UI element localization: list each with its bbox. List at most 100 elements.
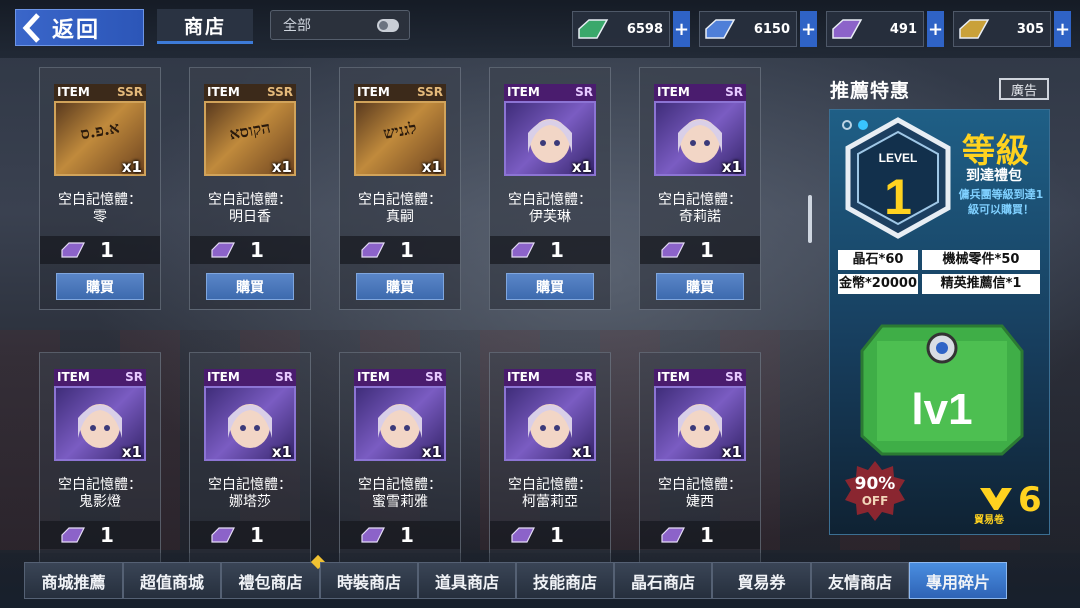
item-name: 空白記憶體：零 bbox=[40, 192, 160, 226]
bottom-tab[interactable]: 友情商店 bbox=[811, 562, 909, 599]
item-card[interactable]: ITEM SSR א.פ.ס x1 空白記憶體：零 1 購買 bbox=[39, 67, 161, 310]
item-quantity: x1 bbox=[721, 443, 742, 461]
bottom-tab[interactable]: 專用碎片 bbox=[909, 562, 1007, 599]
currency-value: 6598 bbox=[626, 21, 663, 37]
item-art: ITEM SR x1 bbox=[504, 369, 596, 461]
item-art: ITEM SR x1 bbox=[504, 84, 596, 176]
bottom-tab-label: 禮包商店 bbox=[238, 572, 303, 592]
carousel-dots[interactable] bbox=[842, 120, 868, 130]
buy-button[interactable]: 購買 bbox=[506, 273, 594, 300]
bottom-tab-label: 友情商店 bbox=[827, 572, 892, 592]
item-quantity: x1 bbox=[421, 443, 442, 461]
bottom-tab[interactable]: 道具商店 bbox=[418, 562, 516, 599]
item-name-line2: 鬼影燈 bbox=[79, 494, 121, 510]
item-rarity: SR bbox=[425, 370, 443, 384]
item-glyph: לגניש bbox=[381, 118, 419, 143]
item-rarity: SR bbox=[275, 370, 293, 384]
item-art: ITEM SR x1 bbox=[654, 369, 746, 461]
item-price-bar: 1 bbox=[40, 521, 160, 549]
item-price: 1 bbox=[550, 523, 564, 547]
item-quantity: x1 bbox=[571, 443, 592, 461]
bottom-tab-label: 晶石商店 bbox=[630, 572, 695, 592]
currency-value: 305 bbox=[1016, 21, 1044, 37]
bottom-tab[interactable]: 超值商城 bbox=[123, 562, 221, 599]
item-name-line2: 娜塔莎 bbox=[229, 494, 271, 510]
item-price-bar: 1 bbox=[40, 236, 160, 264]
item-name-line1: 空白記憶體： bbox=[358, 477, 442, 493]
bottom-tab[interactable]: 技能商店 bbox=[516, 562, 614, 599]
purple-gem-icon bbox=[61, 527, 85, 543]
item-art: ITEM SSR א.פ.ס x1 bbox=[54, 84, 146, 176]
svg-text:LEVEL: LEVEL bbox=[879, 151, 918, 165]
gold-gem-icon bbox=[959, 19, 990, 39]
item-card[interactable]: ITEM SSR לגניש x1 空白記憶體： 真嗣 1 購買 bbox=[339, 67, 461, 310]
item-type: ITEM bbox=[357, 85, 390, 99]
buy-button[interactable]: 購買 bbox=[56, 273, 144, 300]
tab-shop[interactable]: 商店 bbox=[157, 9, 253, 44]
currency-1: 6150 + bbox=[699, 11, 817, 47]
item-price: 1 bbox=[700, 238, 714, 262]
item-name: 空白記憶體： 婕西 bbox=[640, 477, 760, 511]
currency-plus-button[interactable]: + bbox=[1054, 11, 1071, 47]
currency-2: 491 + bbox=[826, 11, 944, 47]
item-rarity: SSR bbox=[117, 85, 143, 99]
buy-button[interactable]: 購買 bbox=[656, 273, 744, 300]
promo-banner[interactable]: LEVEL 1 等級 到達禮包 傭兵團等級到達1級可以購買！ 晶石*60 機械零… bbox=[829, 109, 1050, 535]
item-card[interactable]: ITEM SSR הקוסא x1 空白記憶體： 明日香 1 購買 bbox=[189, 67, 311, 310]
item-glyph: א.פ.ס bbox=[78, 117, 121, 144]
item-price: 1 bbox=[400, 523, 414, 547]
currency-box: 6150 bbox=[699, 11, 797, 47]
item-name-line1: 空白記憶體： bbox=[358, 192, 442, 208]
svg-text:1: 1 bbox=[884, 169, 912, 225]
bottom-tab[interactable]: 禮包商店 bbox=[221, 554, 326, 599]
bottom-tab[interactable]: 晶石商店 bbox=[614, 562, 712, 599]
bottom-tab-label: 超值商城 bbox=[139, 572, 204, 592]
toggle-icon bbox=[377, 19, 399, 32]
bottom-tab[interactable]: 時裝商店 bbox=[320, 562, 418, 599]
bottom-tab-label: 技能商店 bbox=[532, 572, 597, 592]
chevron-left-icon bbox=[16, 10, 46, 45]
item-quantity: x1 bbox=[721, 158, 742, 176]
bottom-tab[interactable]: 商城推薦 bbox=[24, 562, 123, 599]
bottom-tab-label: 專用碎片 bbox=[925, 572, 990, 592]
scrollbar[interactable] bbox=[808, 195, 812, 243]
filter-dropdown[interactable]: 全部 bbox=[270, 10, 410, 40]
purple-gem-icon bbox=[511, 242, 535, 258]
item-card[interactable]: ITEM SR x1 空白記憶體： 伊芙琳 1 購買 bbox=[489, 67, 611, 310]
item-name: 空白記憶體： 明日香 bbox=[190, 192, 310, 226]
back-button[interactable]: 返回 bbox=[15, 9, 144, 46]
item-price: 1 bbox=[250, 523, 264, 547]
purple-gem-icon bbox=[511, 527, 535, 543]
item-art: ITEM SSR הקוסא x1 bbox=[204, 84, 296, 176]
item-price-bar: 1 bbox=[490, 236, 610, 264]
bottom-tab-label: 貿易券 bbox=[737, 572, 786, 592]
item-card[interactable]: ITEM SR x1 空白記憶體： 奇莉諾 1 購買 bbox=[639, 67, 761, 310]
item-price-bar: 1 bbox=[490, 521, 610, 549]
green-gem-icon bbox=[578, 19, 609, 39]
item-header: ITEM SR bbox=[504, 369, 596, 386]
item-type: ITEM bbox=[207, 370, 240, 384]
currency-plus-button[interactable]: + bbox=[673, 11, 690, 47]
buy-button[interactable]: 購買 bbox=[206, 273, 294, 300]
item-name-line1: 空白記憶體： bbox=[208, 477, 292, 493]
item-rarity: SSR bbox=[417, 85, 443, 99]
back-label: 返回 bbox=[52, 17, 101, 43]
purple-gem-icon bbox=[832, 19, 863, 39]
ad-badge[interactable]: 廣告 bbox=[999, 78, 1049, 100]
trade-cost-label: 貿易卷 bbox=[974, 515, 1004, 526]
item-name-line1: 空白記憶體： bbox=[58, 192, 142, 208]
currency-box: 6598 bbox=[572, 11, 670, 47]
item-quantity: x1 bbox=[571, 158, 592, 176]
currency-plus-button[interactable]: + bbox=[927, 11, 944, 47]
bottom-tab[interactable]: 貿易券 bbox=[712, 562, 811, 599]
item-name: 空白記憶體： 伊芙琳 bbox=[490, 192, 610, 226]
buy-button[interactable]: 購買 bbox=[356, 273, 444, 300]
discount-off: OFF bbox=[861, 494, 889, 508]
item-name: 空白記憶體： 娜塔莎 bbox=[190, 477, 310, 511]
reward-item: 金幣*20000 bbox=[838, 274, 918, 294]
currency-plus-button[interactable]: + bbox=[800, 11, 817, 47]
item-name-line2: 真嗣 bbox=[386, 209, 414, 225]
item-header: ITEM SSR bbox=[354, 84, 446, 101]
item-type: ITEM bbox=[57, 370, 90, 384]
purple-gem-icon bbox=[661, 527, 685, 543]
